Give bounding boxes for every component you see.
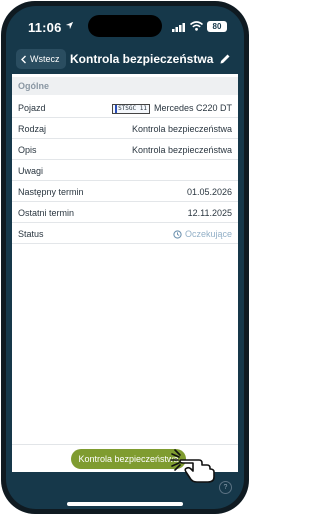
status-time: 11:06 — [28, 20, 62, 35]
vehicle-name: Mercedes C220 DT — [153, 103, 232, 113]
row-label: Opis — [18, 145, 37, 155]
page-title: Kontrola bezpieczeństwa — [70, 52, 214, 66]
plate-text: STSGC 11 — [118, 105, 147, 112]
row-label: Ostatni termin — [18, 208, 75, 218]
status-bar: 11:06 80 — [6, 6, 244, 46]
clock-icon — [173, 229, 182, 239]
row-next-date: Następny termin 01.05.2026 — [12, 181, 238, 202]
row-label: Następny termin — [18, 187, 84, 197]
phone-frame: 11:06 80 Wstecz Kontrola bezpieczeństwa … — [1, 1, 249, 514]
row-status: Status Oczekujące — [12, 223, 238, 244]
details-panel: Ogólne Pojazd STSGC 11 Mercedes C220 DT R… — [12, 74, 238, 444]
row-value: 01.05.2026 — [186, 187, 232, 197]
back-label: Wstecz — [30, 54, 60, 64]
plate-eu-strip — [115, 105, 118, 113]
row-last-date: Ostatni termin 12.11.2025 — [12, 202, 238, 223]
row-value: 12.11.2025 — [187, 208, 232, 218]
row-label: Pojazd — [18, 103, 46, 113]
wifi-icon — [190, 21, 203, 31]
pencil-icon[interactable] — [219, 53, 231, 65]
tap-hand-icon — [170, 449, 215, 483]
row-value: Kontrola bezpieczeństwa — [131, 145, 232, 155]
row-notes: Uwagi — [12, 160, 238, 181]
screen: 11:06 80 Wstecz Kontrola bezpieczeństwa … — [6, 6, 244, 509]
row-label: Rodzaj — [18, 124, 47, 134]
license-plate: STSGC 11 — [112, 104, 150, 114]
status-text: Oczekujące — [184, 229, 232, 239]
back-button[interactable]: Wstecz — [16, 49, 66, 69]
row-label: Uwagi — [18, 166, 44, 176]
location-arrow-icon — [65, 21, 74, 30]
row-vehicle[interactable]: Pojazd STSGC 11 Mercedes C220 DT — [12, 97, 238, 118]
row-value: Kontrola bezpieczeństwa — [131, 124, 232, 134]
signal-icon — [172, 23, 185, 32]
help-icon[interactable]: ? — [219, 481, 232, 494]
section-header-general: Ogólne — [12, 77, 238, 95]
dynamic-island — [88, 15, 162, 37]
home-indicator — [67, 502, 183, 506]
status-value: Oczekujące — [173, 229, 232, 239]
chevron-left-icon — [21, 55, 26, 63]
row-label: Status — [18, 229, 44, 239]
row-description: Opis Kontrola bezpieczeństwa — [12, 139, 238, 160]
battery-indicator: 80 — [207, 21, 227, 32]
row-type: Rodzaj Kontrola bezpieczeństwa — [12, 118, 238, 139]
header-bar: Wstecz Kontrola bezpieczeństwa — [6, 46, 244, 74]
row-value: STSGC 11 Mercedes C220 DT — [112, 103, 232, 114]
